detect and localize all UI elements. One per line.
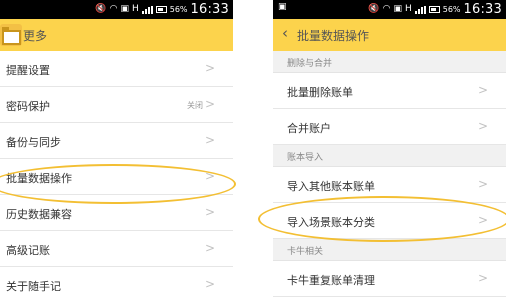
section-header: 卡牛相关 — [273, 239, 506, 261]
list-item-label: 导入其他账本账单 — [287, 180, 375, 193]
section-header: 账本导入 — [273, 145, 506, 167]
list-item-advanced[interactable]: 高级记账 > — [0, 231, 233, 267]
list-item-history-compat[interactable]: 历史数据兼容 > — [0, 195, 233, 231]
app-logo-icon — [0, 24, 22, 46]
status-time: 16:33 — [463, 2, 502, 17]
settings-list: 提醒设置 > 密码保护 关闭 > 备份与同步 > 批量数据操作 > 历史数据兼容… — [0, 51, 233, 297]
battery-icon — [428, 6, 440, 13]
list-item-kaniu-duplicate-cleanup[interactable]: 卡牛重复账单清理 > — [273, 261, 506, 297]
chevron-right-icon: > — [204, 169, 215, 183]
header-bar: ‹ 批量数据操作 — [273, 19, 506, 51]
chevron-right-icon: > — [204, 61, 215, 75]
list-item-value: 关闭 — [187, 101, 203, 110]
list-item-label: 合并账户 — [287, 122, 331, 135]
sim-icon: ▣ — [393, 4, 402, 14]
status-bar: ▣ 🔇 ◠ ▣ H 56% 16:33 — [273, 0, 506, 19]
list-item-backup-sync[interactable]: 备份与同步 > — [0, 123, 233, 159]
list-item-import-other-ledger[interactable]: 导入其他账本账单 > — [273, 167, 506, 203]
chevron-right-icon: > — [204, 277, 215, 291]
list-item-reminder-settings[interactable]: 提醒设置 > — [0, 51, 233, 87]
chevron-right-icon: > — [204, 97, 215, 111]
phone-screen-batch-data: ▣ 🔇 ◠ ▣ H 56% 16:33 ‹ 批量数据操作 删除与合并 批量删除账… — [273, 0, 506, 297]
status-time: 16:33 — [190, 2, 229, 17]
chevron-left-icon[interactable]: ‹ — [282, 26, 288, 41]
list-item-batch-delete[interactable]: 批量删除账单 > — [273, 73, 506, 109]
chevron-right-icon: > — [477, 119, 488, 133]
list-item-batch-data[interactable]: 批量数据操作 > — [0, 159, 233, 195]
network-type: H — [404, 4, 412, 14]
signal-icon — [414, 5, 426, 14]
page-title: 更多 — [23, 29, 48, 43]
battery-icon — [155, 6, 167, 13]
batch-list: 删除与合并 批量删除账单 > 合并账户 > 账本导入 导入其他账本账单 > 导入… — [273, 51, 506, 297]
chevron-right-icon: > — [477, 177, 488, 191]
image-notification-icon: ▣ — [278, 2, 287, 12]
list-item-about[interactable]: 关于随手记 > — [0, 267, 233, 297]
mute-icon: 🔇 — [95, 4, 107, 14]
list-item-label: 批量删除账单 — [287, 86, 353, 99]
list-item-label: 密码保护 — [6, 100, 50, 113]
list-item-label: 提醒设置 — [6, 64, 50, 77]
list-item-import-scene-categories[interactable]: 导入场景账本分类 > — [273, 203, 506, 239]
network-type: H — [131, 4, 139, 14]
list-item-merge-accounts[interactable]: 合并账户 > — [273, 109, 506, 145]
list-item-label: 备份与同步 — [6, 136, 61, 149]
list-item-label: 导入场景账本分类 — [287, 216, 375, 229]
status-bar: 🔇 ◠ ▣ H 56% 16:33 — [0, 0, 233, 19]
phone-screen-more: 🔇 ◠ ▣ H 56% 16:33 更多 提醒设置 > 密码保护 关闭 > 备份… — [0, 0, 233, 297]
battery-percent: 56% — [442, 5, 461, 14]
chevron-right-icon: > — [477, 83, 488, 97]
wifi-icon: ◠ — [109, 4, 118, 14]
section-header: 删除与合并 — [273, 51, 506, 73]
chevron-right-icon: > — [477, 271, 488, 285]
section-label: 账本导入 — [287, 153, 324, 163]
list-item-label: 关于随手记 — [6, 280, 61, 293]
list-item-label: 批量数据操作 — [6, 172, 72, 185]
list-item-label: 卡牛重复账单清理 — [287, 274, 375, 287]
chevron-right-icon: > — [477, 213, 488, 227]
sim-icon: ▣ — [120, 4, 129, 14]
wifi-icon: ◠ — [382, 4, 391, 14]
list-item-label: 历史数据兼容 — [6, 208, 72, 221]
section-label: 卡牛相关 — [287, 247, 324, 257]
section-label: 删除与合并 — [287, 59, 333, 69]
list-item-label: 高级记账 — [6, 244, 50, 257]
chevron-right-icon: > — [204, 133, 215, 147]
page-title: 批量数据操作 — [297, 29, 370, 43]
mute-icon: 🔇 — [368, 4, 380, 14]
signal-icon — [141, 5, 153, 14]
chevron-right-icon: > — [204, 205, 215, 219]
header-bar: 更多 — [0, 19, 233, 51]
battery-percent: 56% — [169, 5, 188, 14]
chevron-right-icon: > — [204, 241, 215, 255]
list-item-password-protection[interactable]: 密码保护 关闭 > — [0, 87, 233, 123]
